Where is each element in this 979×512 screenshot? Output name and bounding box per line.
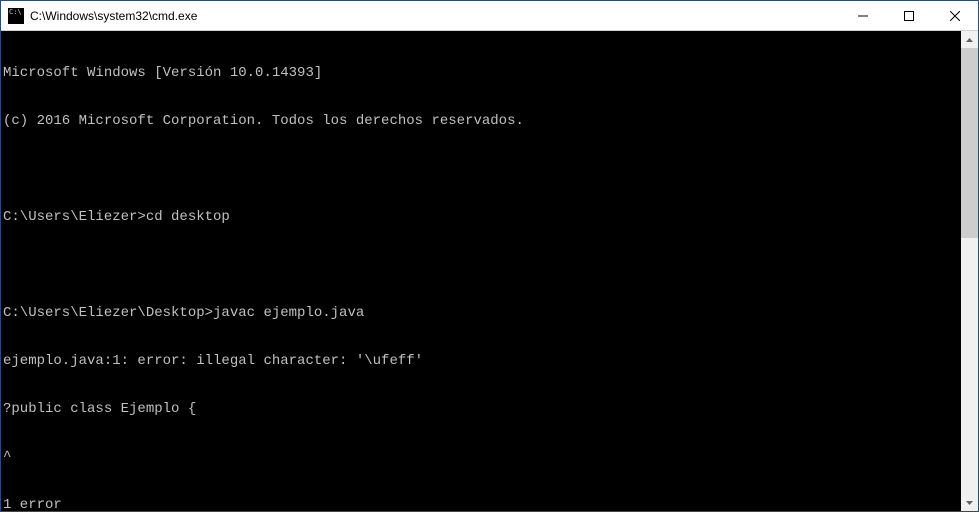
chevron-up-icon [966,38,973,42]
terminal-line: ^ [3,449,961,465]
scroll-down-button[interactable] [961,494,978,511]
window-controls [840,1,978,30]
maximize-icon [904,11,914,21]
scroll-thumb[interactable] [961,48,978,238]
chevron-down-icon [966,501,973,505]
terminal-line: 1 error [3,497,961,511]
close-icon [950,11,960,21]
vertical-scrollbar[interactable] [961,31,978,511]
terminal-line: Microsoft Windows [Versión 10.0.14393] [3,65,961,81]
terminal-line: (c) 2016 Microsoft Corporation. Todos lo… [3,113,961,129]
terminal-line [3,257,961,273]
terminal-line [3,161,961,177]
scroll-track[interactable] [961,48,978,494]
terminal-line: C:\Users\Eliezer>cd desktop [3,209,961,225]
terminal-line: ?public class Ejemplo { [3,401,961,417]
scroll-up-button[interactable] [961,31,978,48]
close-button[interactable] [932,1,978,30]
terminal-line: C:\Users\Eliezer\Desktop>javac ejemplo.j… [3,305,961,321]
titlebar[interactable]: C:\Windows\system32\cmd.exe [1,1,978,31]
terminal-output[interactable]: Microsoft Windows [Versión 10.0.14393] (… [1,31,961,511]
content-area: Microsoft Windows [Versión 10.0.14393] (… [1,31,978,511]
cmd-icon [8,8,24,24]
minimize-icon [858,11,868,21]
terminal-line: ejemplo.java:1: error: illegal character… [3,353,961,369]
window-title: C:\Windows\system32\cmd.exe [30,9,840,23]
maximize-button[interactable] [886,1,932,30]
minimize-button[interactable] [840,1,886,30]
